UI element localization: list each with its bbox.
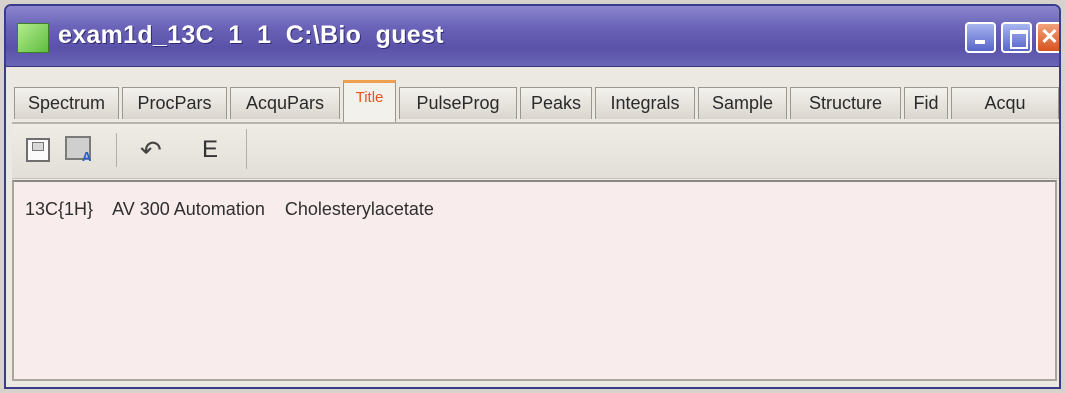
toolbar-separator — [116, 133, 117, 167]
close-button[interactable]: ✕ — [1036, 22, 1059, 53]
toolbar-separator — [246, 129, 247, 169]
toolbar: A ↶ E — [12, 124, 1059, 179]
save-icon[interactable] — [26, 138, 50, 162]
window-title: exam1d_13C 1 1 C:\Bio guest — [58, 21, 444, 49]
tab-pulseprog[interactable]: PulseProg — [399, 87, 517, 119]
save-as-icon[interactable]: A — [65, 136, 95, 166]
tab-spectrum[interactable]: Spectrum — [14, 87, 119, 119]
tab-strip: Spectrum ProcPars AcquPars Title PulsePr… — [12, 77, 1059, 124]
tab-title[interactable]: Title — [343, 80, 396, 122]
tab-procpars[interactable]: ProcPars — [122, 87, 227, 119]
spectrum-window: exam1d_13C 1 1 C:\Bio guest ✕ Spectrum P… — [4, 4, 1061, 389]
undo-icon[interactable]: ↶ — [140, 135, 168, 165]
title-text[interactable]: 13C{1H} AV 300 Automation Cholesterylace… — [25, 199, 434, 220]
tab-peaks[interactable]: Peaks — [520, 87, 592, 119]
tab-acqu[interactable]: Acqu — [951, 87, 1059, 119]
minimize-icon — [975, 40, 985, 44]
maximize-button[interactable] — [1001, 22, 1032, 53]
app-icon — [17, 23, 49, 53]
close-icon: ✕ — [1040, 24, 1059, 49]
tab-fid[interactable]: Fid — [904, 87, 948, 119]
tab-acqupars[interactable]: AcquPars — [230, 87, 340, 119]
minimize-button[interactable] — [965, 22, 996, 53]
edit-button[interactable]: E — [202, 135, 224, 165]
title-editor[interactable]: 13C{1H} AV 300 Automation Cholesterylace… — [12, 180, 1057, 381]
tab-structure[interactable]: Structure — [790, 87, 901, 119]
title-bar[interactable]: exam1d_13C 1 1 C:\Bio guest ✕ — [6, 6, 1059, 67]
maximize-icon — [1010, 30, 1028, 49]
tab-integrals[interactable]: Integrals — [595, 87, 695, 119]
tab-sample[interactable]: Sample — [698, 87, 787, 119]
